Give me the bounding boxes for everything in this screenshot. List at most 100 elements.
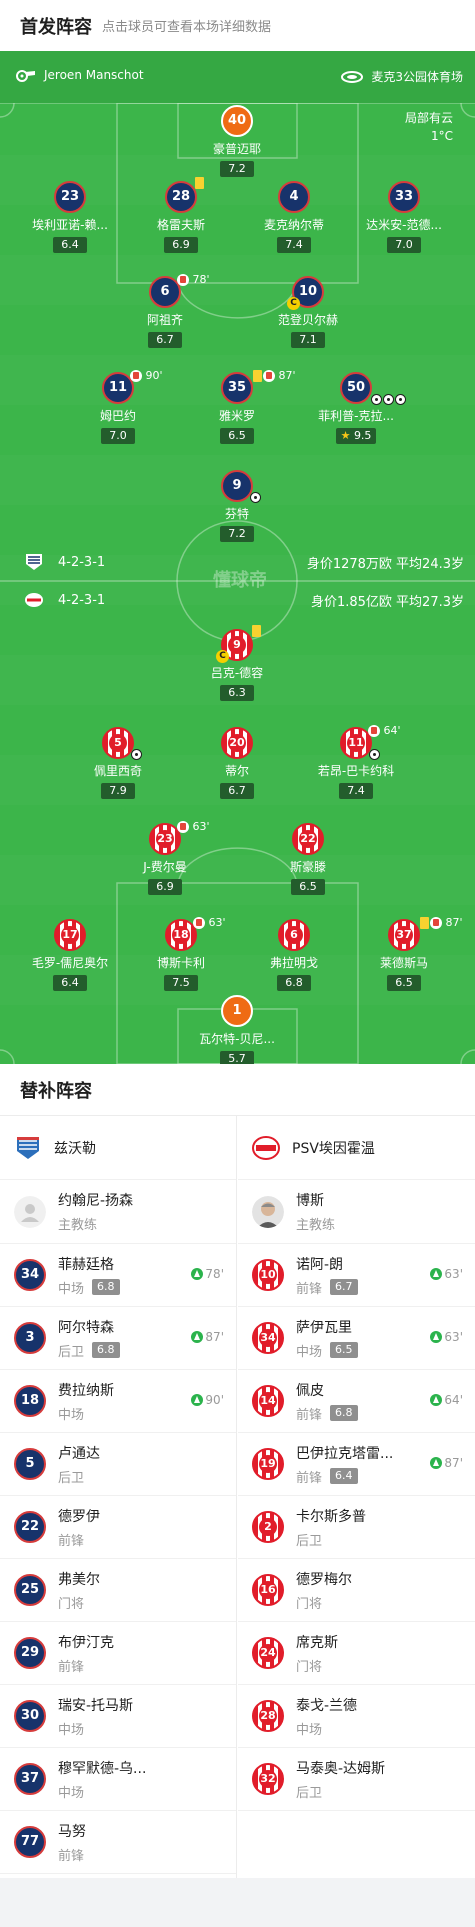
player-away-1[interactable]: 1 瓦尔特-贝尼... 5.7 (189, 995, 285, 1064)
player-rating: 6.7 (220, 783, 254, 799)
assist-icon (130, 747, 142, 760)
sub-position: 中场 (58, 1785, 85, 1801)
sub-player-row[interactable]: 19 巴伊拉克塔雷... 前锋 6.4 87' (238, 1433, 475, 1496)
player-rating: 7.1 (291, 332, 325, 348)
sub-player-row[interactable]: 37 穆罕默德-乌... 中场 (0, 1748, 236, 1811)
sub-player-row[interactable]: 34 萨伊瓦里 中场 6.5 63' (238, 1307, 475, 1370)
player-home-33[interactable]: 33 达米安-范德... 7.0 (356, 181, 452, 253)
sub-on-event: 64' (430, 1393, 463, 1407)
player-rating: 6.9 (164, 237, 198, 253)
weather: 局部有云 1°C (405, 109, 453, 145)
home-sub-list: 34 菲赫廷格 中场 6.8 78' 3 阿尔特森 后卫 6.8 87' 18 费拉纳斯 中场 90' 5 卢… (0, 1244, 236, 1874)
player-name: 博斯卡利 (156, 956, 205, 970)
venue-name: 麦克3公园体育场 (371, 70, 463, 84)
player-away-18[interactable]: 18 63' 博斯卡利 7.5 (133, 916, 229, 991)
away-coach[interactable]: 博斯 主教练 (238, 1180, 475, 1244)
sub-player-row[interactable]: 28 泰戈-兰德 中场 (238, 1685, 475, 1748)
player-home-35[interactable]: 35 87' 雅米罗 6.5 (189, 369, 296, 444)
jersey: 2 (252, 1511, 284, 1543)
player-name: 埃利亚诺-赖... (32, 218, 108, 232)
sub-player-row[interactable]: 5 卢通达 后卫 (0, 1433, 236, 1496)
player-away-17[interactable]: 17 毛罗-儒尼奥尔 6.4 (22, 919, 118, 991)
sub-player-row[interactable]: 16 德罗梅尔 门将 (238, 1559, 475, 1622)
pitch: Jeroen Manschot 麦克3公园体育场 局部有云 1°C 懂球帝 4-… (0, 51, 475, 1064)
away-sub-list: 10 诺阿-朗 前锋 6.7 63' 34 萨伊瓦里 中场 6.5 63' 14 佩皮 前锋 6.8 64'… (238, 1244, 475, 1811)
sub-rating: 6.4 (330, 1468, 358, 1484)
jersey: 6 (278, 919, 310, 951)
sub-player-row[interactable]: 25 弗美尔 门将 (0, 1559, 236, 1622)
player-home-50[interactable]: 50 菲利普-克拉... ★ 9.5 (308, 372, 406, 444)
jersey: 3 (14, 1322, 46, 1354)
temperature: 1°C (430, 129, 453, 143)
home-team-head[interactable]: 兹沃勒 (0, 1116, 236, 1180)
player-home-40[interactable]: 40 豪普迈耶 7.2 (189, 105, 285, 177)
jersey: 50 (340, 372, 372, 404)
player-home-9[interactable]: 9 芬特 7.2 (189, 470, 285, 542)
sub-player-row[interactable]: 3 阿尔特森 后卫 6.8 87' (0, 1307, 236, 1370)
player-rating: 7.4 (277, 237, 311, 253)
sub-player-row[interactable]: 18 费拉纳斯 中场 90' (0, 1370, 236, 1433)
player-away-11[interactable]: 11 64' 若昂-巴卡约科 7.4 (308, 724, 404, 799)
sub-player-row[interactable]: 29 布伊汀克 前锋 (0, 1622, 236, 1685)
sub-off-event: 63' (193, 916, 226, 929)
sub-off-icon (263, 370, 275, 382)
sub-player-row[interactable]: 10 诺阿-朗 前锋 6.7 63' (238, 1244, 475, 1307)
away-team-head[interactable]: PSV埃因霍温 (238, 1116, 475, 1180)
sub-player-row[interactable]: 14 佩皮 前锋 6.8 64' (238, 1370, 475, 1433)
player-home-28[interactable]: 28 格雷夫斯 6.9 (133, 177, 229, 253)
sub-player-row[interactable]: 77 马努 前锋 (0, 1811, 236, 1874)
player-home-11[interactable]: 11 90' 姆巴约 7.0 (70, 369, 166, 444)
player-home-10[interactable]: 10 C 范登贝尔赫 7.1 (260, 276, 356, 348)
sub-player-row[interactable]: 24 席克斯 门将 (238, 1622, 475, 1685)
sub-player-row[interactable]: 32 马泰奥-达姆斯 后卫 (238, 1748, 475, 1811)
player-rating: 6.5 (291, 879, 325, 895)
player-away-20[interactable]: 20 蒂尔 6.7 (189, 727, 285, 799)
sub-name: 德罗伊 (58, 1508, 100, 1525)
sub-name: 诺阿-朗 (296, 1256, 344, 1273)
sub-name: 佩皮 (296, 1382, 324, 1399)
jersey: 17 (54, 919, 86, 951)
player-name: 豪普迈耶 (212, 142, 261, 156)
referee-name: Jeroen Manschot (44, 68, 144, 82)
player-rating: 7.2 (220, 161, 254, 177)
sub-player-row[interactable]: 30 瑞安-托马斯 中场 (0, 1685, 236, 1748)
sub-off-icon (177, 821, 189, 833)
sub-off-event: 64' (368, 724, 401, 737)
player-away-37[interactable]: 37 87' 莱德斯马 6.5 (356, 916, 463, 991)
jersey: 22 (292, 823, 324, 855)
player-away-9[interactable]: 9 C 吕克-德容 6.3 (189, 625, 285, 701)
jersey: 77 (14, 1826, 46, 1858)
player-rating: 6.5 (387, 975, 421, 991)
player-away-23[interactable]: 23 63' J-费尔曼 6.9 (117, 820, 213, 895)
sub-name: 费拉纳斯 (58, 1382, 114, 1399)
lineup-page: 首发阵容 点击球员可查看本场详细数据 Jeroen Manschot 麦克3公园… (0, 0, 475, 1927)
referee[interactable]: Jeroen Manschot (14, 68, 144, 82)
home-coach[interactable]: 约翰尼-扬森 主教练 (0, 1180, 236, 1244)
page-title: 首发阵容 (20, 16, 92, 38)
sub-player-row[interactable]: 22 德罗伊 前锋 (0, 1496, 236, 1559)
avatar-placeholder-icon (14, 1195, 46, 1228)
coach-role: 主教练 (58, 1218, 98, 1233)
player-away-22[interactable]: 22 斯豪滕 6.5 (260, 823, 356, 895)
player-name: 若昂-巴卡约科 (317, 764, 395, 778)
player-away-5[interactable]: 5 佩里西奇 7.9 (70, 727, 166, 799)
player-home-23[interactable]: 23 埃利亚诺-赖... 6.4 (22, 181, 118, 253)
away-team-name: PSV埃因霍温 (292, 1140, 375, 1157)
captain-icon: C (287, 297, 300, 310)
player-home-6[interactable]: 6 78' 阿祖齐 6.7 (117, 273, 213, 348)
sub-off-event: 63' (177, 820, 210, 833)
venue[interactable]: 麦克3公园体育场 (341, 68, 463, 85)
player-home-4[interactable]: 4 麦克纳尔蒂 7.4 (246, 181, 342, 253)
sub-player-row[interactable]: 2 卡尔斯多普 后卫 (238, 1496, 475, 1559)
home-subs-column: 兹沃勒 约翰尼-扬森 主教练 34 菲赫廷格 中场 6.8 78' 3 阿尔特森 后卫 6.8 8… (0, 1116, 237, 1878)
sub-player-row[interactable]: 34 菲赫廷格 中场 6.8 78' (0, 1244, 236, 1307)
goal-icon (395, 393, 406, 405)
jersey: 40 (221, 105, 253, 137)
player-name: 麦克纳尔蒂 (263, 218, 324, 232)
player-rating: 6.7 (148, 332, 182, 348)
sub-name: 泰戈-兰德 (296, 1697, 358, 1714)
coach-name: 博斯 (296, 1193, 324, 1209)
sub-position: 前锋 (58, 1848, 85, 1864)
player-away-6[interactable]: 6 弗拉明戈 6.8 (246, 919, 342, 991)
sub-on-event: 63' (430, 1267, 463, 1281)
